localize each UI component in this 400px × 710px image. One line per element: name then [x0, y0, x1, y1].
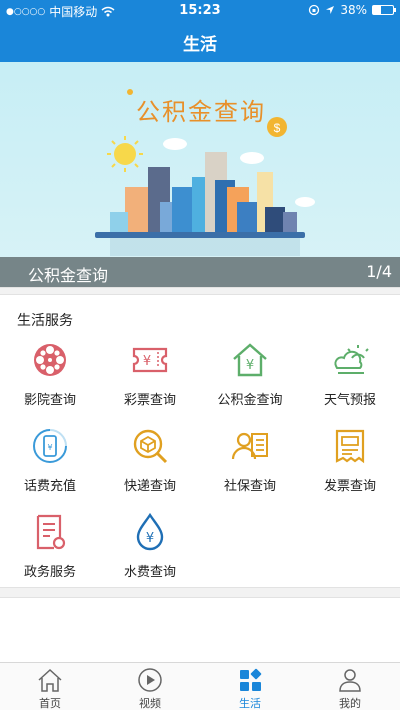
status-right: 38%: [308, 3, 396, 17]
tab-home[interactable]: 首页: [0, 663, 100, 710]
service-label: 快递查询: [123, 479, 176, 494]
invoice-icon: [335, 429, 365, 464]
water-drop-icon: ¥: [136, 512, 164, 551]
service-label: 社保查询: [223, 479, 276, 494]
banner-caption: 公积金查询: [28, 266, 109, 285]
phone-recharge-icon: ¥: [33, 429, 67, 463]
service-government[interactable]: 政务服务: [0, 512, 100, 596]
svg-text:¥: ¥: [47, 443, 52, 452]
grid-apps-icon: [240, 668, 262, 691]
status-bar: ●○○○○ 中国移动 15:23 38%: [0, 0, 400, 22]
tab-life[interactable]: 生活: [200, 663, 300, 710]
service-cinema[interactable]: 影院查询: [0, 340, 100, 424]
service-housing-fund[interactable]: ¥ 公积金查询: [200, 340, 300, 424]
play-icon: [138, 668, 162, 692]
bottom-tab-bar: 首页 视频 生活 我的: [0, 662, 400, 710]
banner-carousel[interactable]: $ 公积金查询 公积金查询 1/4: [0, 62, 400, 287]
svg-text:$: $: [274, 121, 281, 135]
government-document-icon: [36, 514, 66, 550]
home-icon: [38, 668, 62, 692]
tab-label: 生活: [239, 697, 261, 710]
tab-mine[interactable]: 我的: [300, 663, 400, 710]
battery-percent: 38%: [340, 3, 367, 17]
top-bar: ●○○○○ 中国移动 15:23 38% 生活: [0, 0, 400, 62]
service-lottery[interactable]: ¥ 彩票查询: [100, 340, 200, 424]
tab-label: 我的: [339, 697, 361, 710]
service-express[interactable]: 快递查询: [100, 426, 200, 510]
service-label: 公积金查询: [217, 393, 283, 408]
service-social-security[interactable]: 社保查询: [200, 426, 300, 510]
service-label: 话费充值: [23, 479, 76, 494]
service-label: 影院查询: [23, 393, 76, 408]
rotation-lock-icon: [309, 4, 320, 16]
service-label: 政务服务: [23, 565, 76, 580]
service-label: 发票查询: [323, 479, 376, 494]
tab-label: 视频: [139, 697, 161, 710]
package-search-icon: [133, 429, 168, 464]
divider: [0, 287, 400, 295]
page-title: 生活: [183, 35, 217, 55]
section-title: 生活服务: [17, 313, 73, 329]
user-icon: [339, 669, 361, 692]
location-icon: [326, 6, 335, 14]
banner-caption-bar: 公积金查询 1/4: [0, 257, 400, 287]
banner-pager: 1/4: [366, 262, 392, 281]
service-weather[interactable]: 天气预报: [300, 340, 400, 424]
service-water[interactable]: ¥ 水费查询: [100, 512, 200, 596]
film-reel-icon: [34, 344, 66, 376]
service-label: 水费查询: [123, 565, 176, 580]
service-invoice[interactable]: 发票查询: [300, 426, 400, 510]
svg-text:¥: ¥: [146, 531, 154, 546]
svg-text:¥: ¥: [246, 358, 254, 373]
divider: [0, 587, 400, 598]
banner-title: 公积金查询: [136, 98, 266, 126]
service-label: 彩票查询: [123, 393, 176, 408]
svg-text:¥: ¥: [143, 354, 151, 369]
service-phone-recharge[interactable]: ¥ 话费充值: [0, 426, 100, 510]
battery-icon: [372, 5, 396, 15]
social-security-card-icon: [231, 432, 268, 460]
tab-label: 首页: [39, 697, 61, 710]
weather-icon: [334, 345, 369, 374]
service-label: 天气预报: [323, 393, 376, 408]
lottery-ticket-icon: ¥: [132, 347, 168, 373]
tab-video[interactable]: 视频: [100, 663, 200, 710]
house-fund-icon: ¥: [233, 343, 267, 377]
